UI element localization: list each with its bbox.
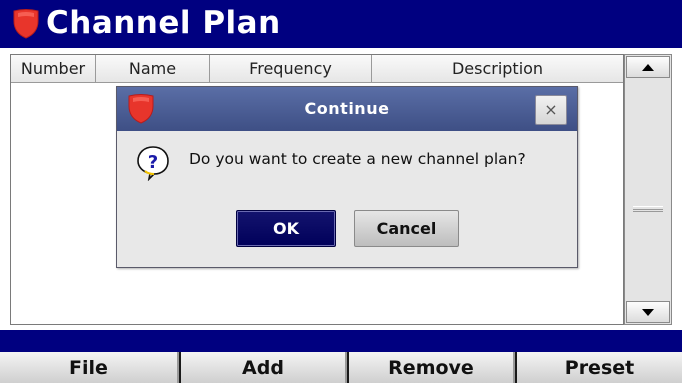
dialog-header: Continue ×: [117, 87, 577, 131]
svg-text:?: ?: [148, 152, 158, 173]
scroll-grip-icon[interactable]: [633, 206, 663, 212]
close-icon[interactable]: ×: [535, 95, 567, 125]
cancel-button[interactable]: Cancel: [354, 210, 459, 247]
softkey-file[interactable]: File: [0, 352, 179, 383]
column-header-description[interactable]: Description: [372, 55, 623, 83]
softkey-remove[interactable]: Remove: [349, 352, 515, 383]
scroll-down-button[interactable]: [626, 301, 670, 323]
continue-dialog: Continue × ? Do you want to create a new…: [116, 86, 578, 268]
scroll-up-button[interactable]: [626, 56, 670, 78]
column-header-frequency[interactable]: Frequency: [210, 55, 372, 83]
status-strip: [0, 330, 682, 352]
question-icon: ?: [137, 146, 169, 181]
page-title: Channel Plan: [46, 5, 281, 41]
channel-plan-screen: Channel Plan Number Name Frequency Descr…: [0, 0, 682, 383]
vertical-scrollbar[interactable]: [624, 54, 672, 325]
dialog-message: Do you want to create a new channel plan…: [189, 150, 526, 168]
ok-button[interactable]: OK: [236, 210, 336, 247]
column-header-name[interactable]: Name: [96, 55, 210, 83]
softkey-add[interactable]: Add: [181, 352, 347, 383]
scroll-track[interactable]: [626, 78, 670, 301]
column-header-number[interactable]: Number: [11, 55, 96, 83]
softkey-bar: File Add Remove Preset: [0, 352, 682, 383]
shield-logo-icon: [13, 9, 39, 39]
scroll-up-arrow-icon: [642, 63, 654, 71]
scroll-down-arrow-icon: [642, 308, 654, 316]
title-bar: Channel Plan: [0, 0, 682, 48]
dialog-title: Continue: [304, 99, 390, 118]
softkey-preset[interactable]: Preset: [517, 352, 682, 383]
